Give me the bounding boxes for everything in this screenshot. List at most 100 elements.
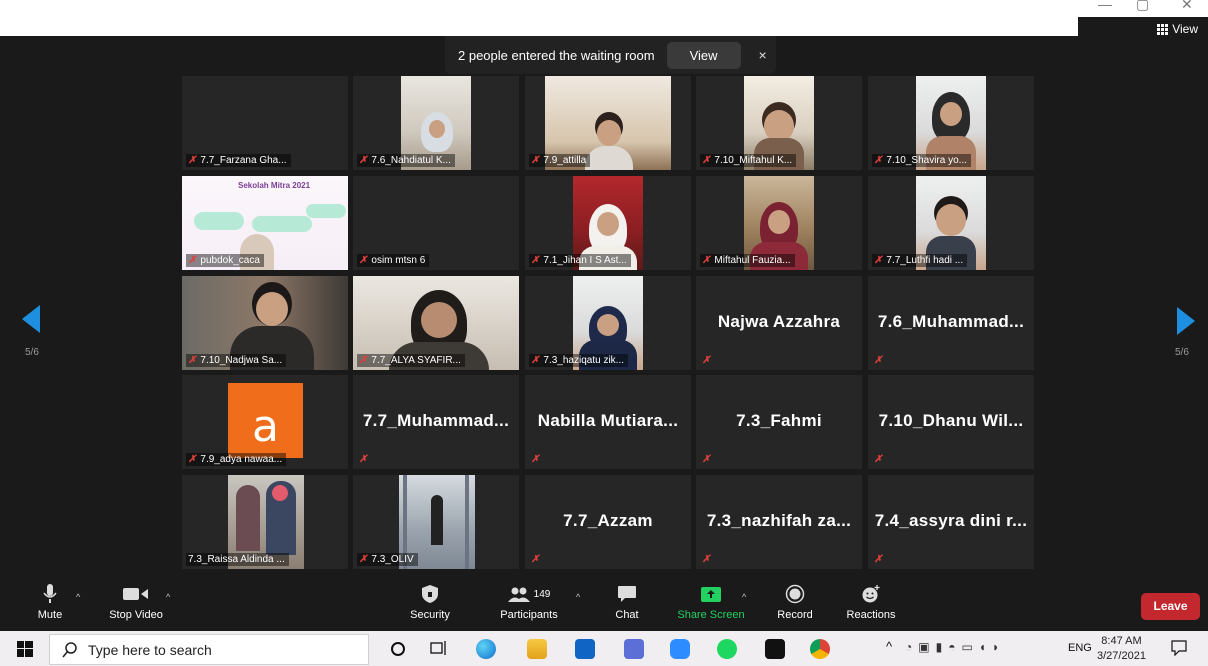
participant-name-tag: ✗ 7.3_OLIV xyxy=(357,553,418,566)
chevron-left-icon xyxy=(22,305,40,333)
participant-tile[interactable]: ✗ 7.7_Farzana Gha... xyxy=(182,76,348,170)
cortana-icon[interactable] xyxy=(390,641,406,657)
participant-tile[interactable]: 7.7_Azzam ✗ xyxy=(525,475,691,569)
notification-close-icon[interactable]: × xyxy=(759,47,767,63)
search-icon xyxy=(62,641,77,658)
participant-name-tag: ✗ 7.7_ALYA SYAFIR... xyxy=(357,354,465,367)
next-page-button[interactable] xyxy=(1175,307,1199,337)
participant-tile[interactable]: 7.3_Raissa Aldinda ... xyxy=(182,475,348,569)
video-options-caret-icon[interactable]: ^ xyxy=(166,592,170,602)
waiting-room-notification: 2 people entered the waiting room View × xyxy=(445,36,776,74)
reactions-button[interactable]: Reactions xyxy=(843,581,899,621)
chevron-right-icon xyxy=(1177,307,1195,335)
mic-muted-icon: ✗ xyxy=(188,255,197,266)
participant-display-name: 7.3_Fahmi xyxy=(736,411,822,430)
mic-muted-icon: ✗ xyxy=(702,255,711,266)
participant-name-tag: ✗ 7.6_Nahdiatul K... xyxy=(357,154,455,167)
participants-button[interactable]: 149 Participants xyxy=(494,581,564,621)
mic-muted-icon: ✗ xyxy=(702,355,711,366)
mic-muted-icon: ✗ xyxy=(188,355,197,366)
participant-tile[interactable]: ✗ 7.10_Miftahul K... xyxy=(696,76,862,170)
mail-icon[interactable] xyxy=(575,639,595,659)
participant-tile[interactable]: 7.4_assyra dini r... ✗ xyxy=(868,475,1034,569)
participant-tile[interactable]: ✗ 7.3_OLIV xyxy=(353,475,519,569)
chat-button[interactable]: Chat xyxy=(605,581,649,621)
chat-icon xyxy=(618,586,636,602)
taskbar-search-box[interactable]: Type here to search xyxy=(49,634,369,665)
windows-start-icon[interactable] xyxy=(17,641,33,657)
participant-tile[interactable]: ✗ osim mtsn 6 xyxy=(353,176,519,270)
spotify-icon[interactable] xyxy=(717,639,737,659)
participant-tile[interactable]: 7.7_Muhammad... ✗ xyxy=(353,375,519,469)
participant-display-name: Najwa Azzahra xyxy=(717,312,841,331)
participant-name: 7.9_adya nawaa... xyxy=(200,454,283,465)
participants-options-caret-icon[interactable]: ^ xyxy=(576,592,580,602)
participant-tile[interactable]: ✗ 7.3_haziqatu zik... xyxy=(525,276,691,370)
chrome-icon[interactable] xyxy=(810,639,830,659)
participant-name-tag: ✗ 7.7_Luthfi hadi ... xyxy=(872,254,968,267)
participant-name-tag: ✗ xyxy=(357,453,375,466)
record-label: Record xyxy=(777,609,813,621)
participant-tile[interactable]: ✗ 7.6_Nahdiatul K... xyxy=(353,76,519,170)
participant-tile[interactable]: Sekolah Mitra 2021 ✗ pubdok_caca xyxy=(182,176,348,270)
participant-tile[interactable]: 7.3_Fahmi ✗ xyxy=(696,375,862,469)
edge-icon[interactable] xyxy=(476,639,496,659)
participant-display-name: 7.7_Azzam xyxy=(563,511,653,530)
system-tray-icons[interactable]: ◔▣▮◓▭◖◗ xyxy=(905,640,1005,654)
participant-tile[interactable]: Najwa Azzahra ✗ xyxy=(696,276,862,370)
participant-tile[interactable]: ✗ 7.10_Nadjwa Sa... xyxy=(182,276,348,370)
audio-options-caret-icon[interactable]: ^ xyxy=(76,592,80,602)
restore-button[interactable]: ▢ xyxy=(1136,0,1149,13)
participant-name-tag: ✗ xyxy=(700,453,718,466)
language-indicator[interactable]: ENG xyxy=(1068,642,1092,654)
participant-tile[interactable]: ✗ 7.1_Jihan I S Ast... xyxy=(525,176,691,270)
participant-tile[interactable]: ✗ Miftahul Fauzia... xyxy=(696,176,862,270)
notification-message: 2 people entered the waiting room xyxy=(458,47,655,63)
grid-view-icon xyxy=(1157,23,1169,35)
taskbar-clock[interactable]: 8:47 AM 3/27/2021 xyxy=(1097,634,1146,664)
participant-tile[interactable]: a ✗ 7.9_adya nawaa... xyxy=(182,375,348,469)
task-view-icon[interactable] xyxy=(430,640,448,656)
participant-name: 7.10_Miftahul K... xyxy=(714,155,793,166)
participant-name-tag: ✗ xyxy=(872,553,890,566)
mic-muted-icon: ✗ xyxy=(874,554,883,565)
share-screen-button[interactable]: Share Screen xyxy=(673,581,749,621)
security-button[interactable]: Security xyxy=(404,581,456,621)
mute-button[interactable]: Mute xyxy=(30,581,70,621)
participant-tile[interactable]: 7.6_Muhammad... ✗ xyxy=(868,276,1034,370)
photos-icon[interactable] xyxy=(624,639,644,659)
participant-tile[interactable]: ✗ 7.9_attilla xyxy=(525,76,691,170)
mic-muted-icon: ✗ xyxy=(188,454,197,465)
close-window-button[interactable]: ✕ xyxy=(1181,0,1193,13)
participant-display-name: 7.6_Muhammad... xyxy=(877,312,1025,331)
show-hidden-icons-icon[interactable]: ^ xyxy=(886,639,892,654)
participant-name: 7.10_Shavira yo... xyxy=(886,155,967,166)
share-options-caret-icon[interactable]: ^ xyxy=(742,592,746,602)
participant-tile[interactable]: Nabilla Mutiara... ✗ xyxy=(525,375,691,469)
minimize-button[interactable]: — xyxy=(1098,0,1112,12)
leave-button[interactable]: Leave xyxy=(1141,593,1200,620)
zoom-icon[interactable] xyxy=(670,639,690,659)
notification-center-icon[interactable] xyxy=(1171,640,1187,656)
participant-tile[interactable]: ✗ 7.10_Shavira yo... xyxy=(868,76,1034,170)
participant-name-tag: ✗ xyxy=(529,453,547,466)
participant-tile[interactable]: ✗ 7.7_ALYA SYAFIR... xyxy=(353,276,519,370)
file-explorer-icon[interactable] xyxy=(527,639,547,659)
mic-muted-icon: ✗ xyxy=(702,554,711,565)
notification-view-button[interactable]: View xyxy=(666,41,741,69)
netflix-icon[interactable] xyxy=(765,639,785,659)
participant-tile[interactable]: 7.10_Dhanu Wil... ✗ xyxy=(868,375,1034,469)
left-page-indicator: 5/6 xyxy=(25,347,39,358)
stop-video-button[interactable]: Stop Video xyxy=(100,581,172,621)
reactions-label: Reactions xyxy=(846,609,896,621)
participant-name-tag: ✗ 7.9_adya nawaa... xyxy=(186,453,287,466)
participant-name-tag: 7.3_Raissa Aldinda ... xyxy=(186,553,289,566)
participant-tile[interactable]: ✗ 7.7_Luthfi hadi ... xyxy=(868,176,1034,270)
participant-name: Miftahul Fauzia... xyxy=(714,255,791,266)
previous-page-button[interactable] xyxy=(20,305,44,335)
record-button[interactable]: Record xyxy=(772,581,818,621)
search-placeholder: Type here to search xyxy=(88,641,212,658)
view-button[interactable]: View xyxy=(1157,22,1198,36)
participant-name-tag: ✗ 7.10_Miftahul K... xyxy=(700,154,797,167)
participant-tile[interactable]: 7.3_nazhifah za... ✗ xyxy=(696,475,862,569)
